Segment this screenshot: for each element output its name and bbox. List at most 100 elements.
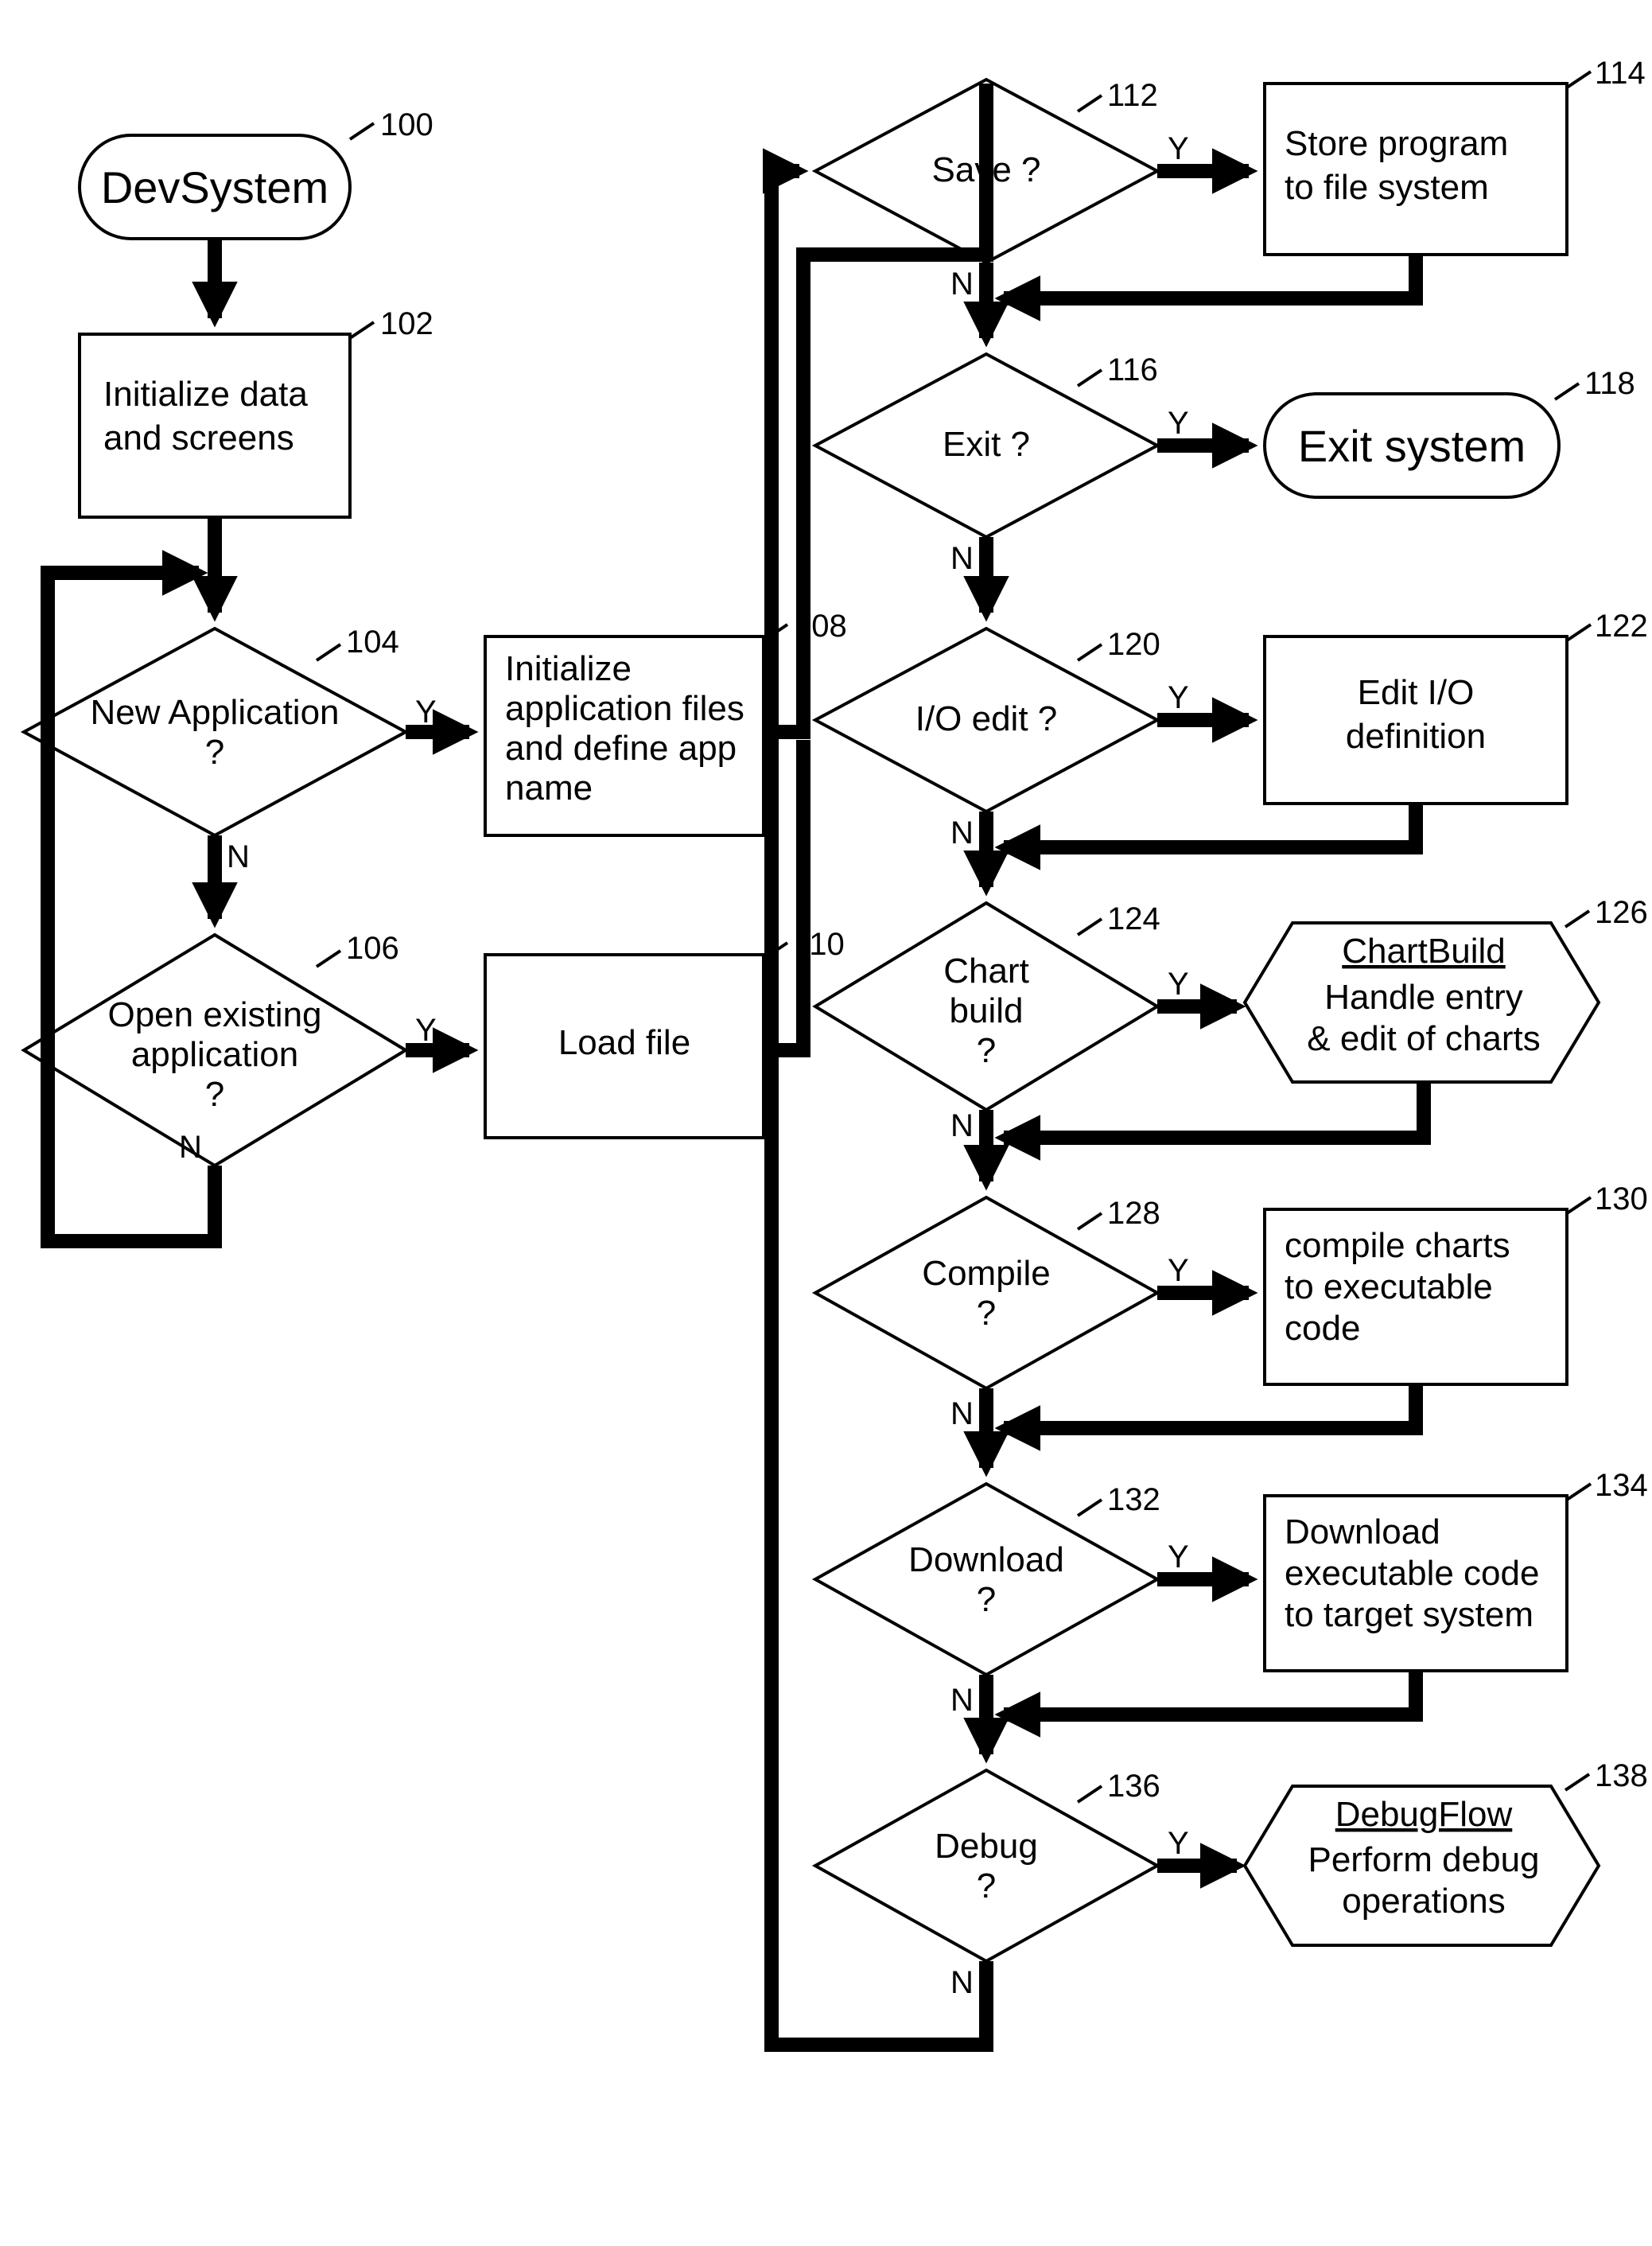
decision-chart-l1: Chart	[943, 952, 1029, 991]
arrow-130-merge	[1004, 1384, 1416, 1428]
decision-exit: Exit ? 116	[815, 352, 1158, 537]
ref-120: 120	[1107, 627, 1160, 662]
process-init-app-l2: application files	[505, 689, 744, 728]
ref-102: 102	[380, 306, 433, 341]
terminator-devsystem-label: DevSystem	[101, 162, 328, 212]
process-store-l2: to file system	[1285, 168, 1489, 207]
label-112-y: Y	[1168, 131, 1189, 166]
label-124-n: N	[950, 1108, 974, 1143]
decision-debug-l1: Debug	[935, 1827, 1038, 1866]
subroutine-debugflow-title: DebugFlow	[1335, 1795, 1513, 1834]
decision-download: Download ? 132	[815, 1482, 1160, 1675]
ref-132: 132	[1107, 1482, 1160, 1517]
decision-new-app-l1: New Application	[90, 693, 339, 732]
process-edit-io: Edit I/O definition 122	[1265, 609, 1648, 804]
decision-io-edit: I/O edit ? 120	[815, 627, 1160, 812]
label-104-n: N	[227, 839, 250, 874]
label-116-n: N	[950, 541, 974, 576]
subroutine-chartbuild-l2: & edit of charts	[1307, 1019, 1540, 1058]
decision-compile: Compile ? 128	[815, 1196, 1160, 1388]
subroutine-debugflow: DebugFlow Perform debug operations 138	[1245, 1758, 1648, 1945]
process-store: Store program to file system 114	[1265, 56, 1646, 255]
label-128-n: N	[950, 1396, 974, 1431]
process-compile-l1: compile charts	[1285, 1226, 1510, 1265]
decision-chart-l2: build	[950, 991, 1024, 1030]
process-download-l1: Download	[1285, 1512, 1440, 1551]
process-store-l1: Store program	[1285, 124, 1508, 163]
subroutine-debugflow-l2: operations	[1342, 1882, 1505, 1921]
label-120-y: Y	[1168, 680, 1189, 715]
decision-open-app-l3: ?	[205, 1075, 224, 1114]
terminator-devsystem: DevSystem 100	[80, 107, 433, 239]
ref-118: 118	[1584, 366, 1635, 401]
decision-compile-l2: ?	[977, 1294, 996, 1333]
process-compile: compile charts to executable code 130	[1265, 1181, 1648, 1384]
process-download: Download executable code to target syste…	[1265, 1468, 1648, 1671]
process-load-file-l1: Load file	[558, 1023, 690, 1062]
ref-124: 124	[1107, 901, 1160, 936]
process-edit-io-l2: definition	[1346, 717, 1486, 756]
decision-download-l1: Download	[908, 1540, 1064, 1579]
process-init: Initialize data and screens 102	[80, 306, 433, 517]
decision-compile-l1: Compile	[922, 1254, 1050, 1293]
label-128-y: Y	[1168, 1253, 1189, 1288]
ref-104: 104	[346, 625, 399, 660]
ref-114: 114	[1595, 56, 1646, 91]
decision-open-app-l2: application	[131, 1035, 298, 1074]
arrow-122-merge	[1004, 804, 1416, 847]
label-136-n: N	[950, 1965, 974, 2000]
decision-new-app-l2: ?	[205, 733, 224, 772]
ref-134: 134	[1595, 1468, 1648, 1503]
process-init-app-l1: Initialize	[505, 649, 632, 688]
arrow-114-merge	[1004, 255, 1416, 298]
ref-106: 106	[346, 931, 399, 966]
ref-126: 126	[1595, 895, 1648, 930]
decision-chart-l3: ?	[977, 1031, 996, 1070]
label-124-y: Y	[1168, 967, 1189, 1002]
terminator-exit-l1: Exit system	[1298, 421, 1526, 471]
ref-130: 130	[1595, 1181, 1648, 1216]
label-104-y: Y	[415, 695, 437, 730]
ref-112: 112	[1107, 78, 1158, 113]
label-132-n: N	[950, 1683, 974, 1718]
process-download-l2: executable code	[1285, 1554, 1539, 1593]
label-112-n: N	[950, 267, 974, 302]
decision-debug-l2: ?	[977, 1866, 996, 1905]
subroutine-chartbuild: ChartBuild Handle entry & edit of charts…	[1245, 895, 1648, 1082]
decision-new-app: New Application ? 104	[24, 625, 406, 835]
ref-122: 122	[1595, 609, 1648, 644]
subroutine-debugflow-l1: Perform debug	[1308, 1840, 1539, 1879]
decision-io-edit-l1: I/O edit ?	[915, 699, 1058, 738]
process-init-app: Initialize application files and define …	[485, 609, 847, 835]
label-116-y: Y	[1168, 406, 1189, 441]
label-106-n: N	[179, 1130, 202, 1165]
decision-open-app-l1: Open existing	[107, 995, 321, 1034]
process-init-app-l3: and define app	[505, 729, 737, 768]
decision-open-app: Open existing application ? 106	[24, 931, 406, 1166]
label-120-n: N	[950, 815, 974, 851]
decision-exit-l1: Exit ?	[943, 425, 1030, 464]
arrow-134-merge	[1004, 1671, 1416, 1715]
decision-download-l2: ?	[977, 1580, 996, 1619]
process-edit-io-l1: Edit I/O	[1358, 673, 1475, 712]
ref-116: 116	[1107, 352, 1158, 387]
process-download-l3: to target system	[1285, 1595, 1533, 1634]
process-init-l2: and screens	[103, 418, 294, 457]
label-132-y: Y	[1168, 1540, 1189, 1575]
label-136-y: Y	[1168, 1826, 1189, 1861]
process-init-l1: Initialize data	[103, 375, 308, 414]
subroutine-chartbuild-title: ChartBuild	[1342, 932, 1505, 971]
ref-128: 128	[1107, 1196, 1160, 1231]
process-compile-l3: code	[1285, 1309, 1360, 1348]
arrow-126-merge	[1004, 1082, 1424, 1138]
process-load-file: Load file 110	[485, 927, 845, 1138]
decision-save-l1: Save ?	[932, 150, 1041, 189]
subroutine-chartbuild-l1: Handle entry	[1324, 978, 1522, 1017]
ref-100: 100	[380, 107, 433, 142]
label-106-y: Y	[415, 1013, 437, 1048]
ref-138: 138	[1595, 1758, 1648, 1793]
flowchart-canvas: DevSystem 100 Initialize data and screen…	[0, 0, 1652, 2246]
decision-debug: Debug ? 136	[815, 1769, 1160, 1961]
terminator-exit: Exit system 118	[1265, 366, 1635, 497]
process-compile-l2: to executable	[1285, 1267, 1493, 1306]
